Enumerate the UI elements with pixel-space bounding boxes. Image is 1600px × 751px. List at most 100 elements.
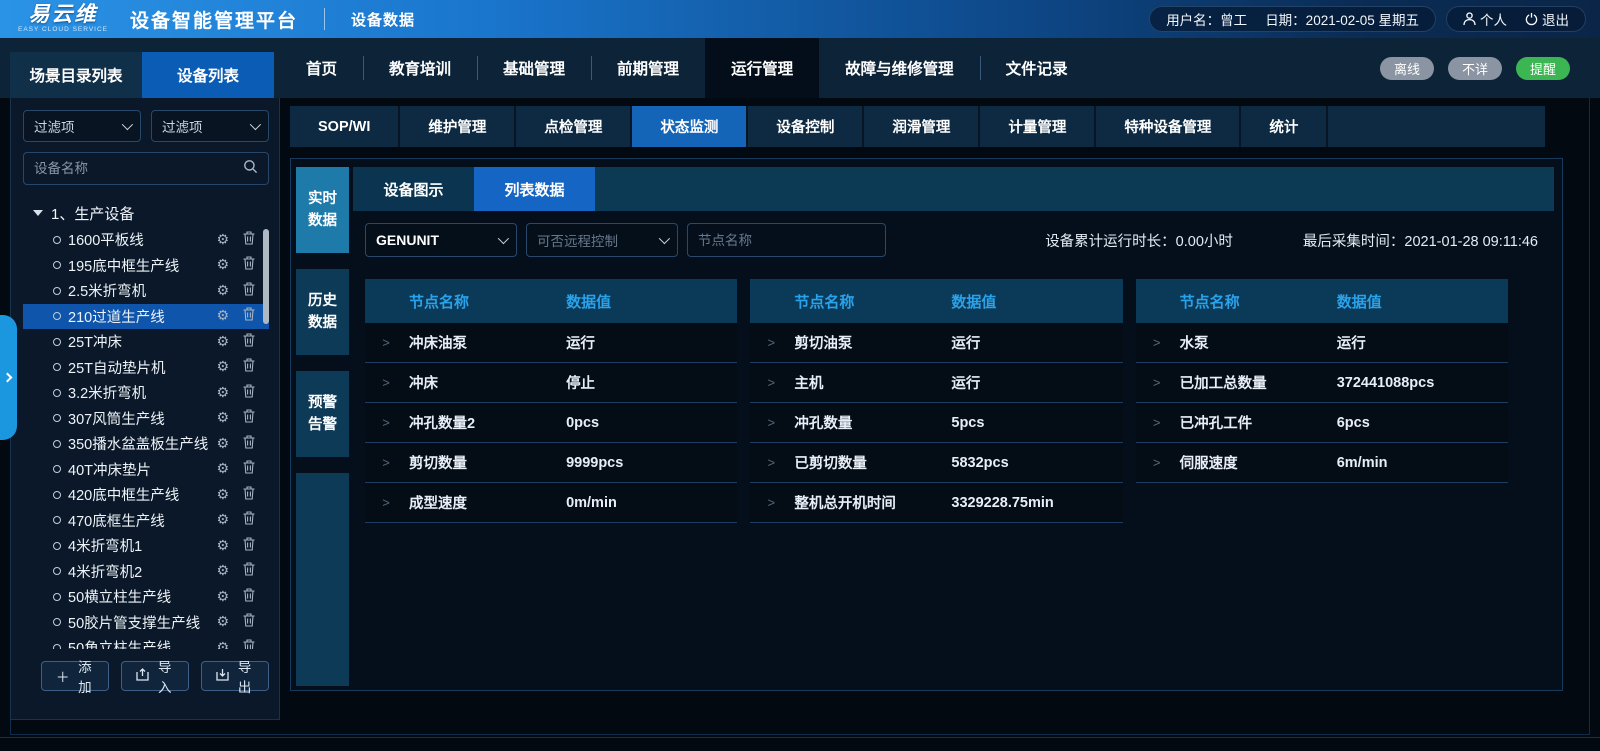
row-expand-icon[interactable]: > [1136,335,1178,350]
gear-icon[interactable]: ⚙ [216,639,229,649]
trash-icon[interactable] [243,537,255,555]
row-expand-icon[interactable]: > [365,335,407,350]
tree-item[interactable]: 50横立柱生产线⚙ [23,584,269,610]
table-row[interactable]: >冲床油泵运行 [365,323,737,363]
gear-icon[interactable]: ⚙ [216,282,229,300]
tree-item[interactable]: 50胶片管支撑生产线⚙ [23,610,269,636]
gear-icon[interactable]: ⚙ [216,562,229,580]
table-row[interactable]: >主机运行 [750,363,1122,403]
row-expand-icon[interactable]: > [365,375,407,390]
status-badge[interactable]: 离线 [1380,57,1434,80]
main-nav-item[interactable]: 首页 [280,38,363,98]
filter-select-2[interactable]: 过滤项 [151,110,269,142]
main-nav-item[interactable]: 故障与维修管理 [819,38,980,98]
gear-icon[interactable]: ⚙ [216,358,229,376]
table-row[interactable]: >冲床停止 [365,363,737,403]
table-row[interactable]: >已加工总数量372441088pcs [1136,363,1508,403]
content-tab[interactable]: 设备图示 [353,167,474,211]
filter-select-1[interactable]: 过滤项 [23,110,141,142]
table-row[interactable]: >冲孔数量20pcs [365,403,737,443]
tree-item[interactable]: 50角立柱生产线⚙ [23,635,269,649]
tree-item[interactable]: 2.5米折弯机⚙ [23,278,269,304]
trash-icon[interactable] [243,435,255,453]
row-expand-icon[interactable]: > [365,415,407,430]
gear-icon[interactable]: ⚙ [216,511,229,529]
panel-tab-scenes[interactable]: 场景目录列表 [10,52,142,98]
table-row[interactable]: >已冲孔工件6pcs [1136,403,1508,443]
row-expand-icon[interactable]: > [1136,415,1178,430]
subnav-item[interactable]: 状态监测 [632,106,748,147]
trash-icon[interactable] [243,282,255,300]
trash-icon[interactable] [243,562,255,580]
main-nav-item[interactable]: 运行管理 [705,38,819,98]
subnav-item[interactable]: 特种设备管理 [1096,106,1241,147]
trash-icon[interactable] [243,588,255,606]
trash-icon[interactable] [243,333,255,351]
status-badge[interactable]: 不详 [1448,57,1502,80]
vertical-tab[interactable]: 预警告警 [296,371,349,457]
tree-item[interactable]: 307风筒生产线⚙ [23,406,269,432]
add-device-button[interactable]: ＋ 添加 [41,661,109,691]
gear-icon[interactable]: ⚙ [216,588,229,606]
row-expand-icon[interactable]: > [750,495,792,510]
gear-icon[interactable]: ⚙ [216,384,229,402]
subnav-item[interactable]: 设备控制 [748,106,864,147]
tree-item[interactable]: 25T自动垫片机⚙ [23,355,269,381]
trash-icon[interactable] [243,639,255,649]
subnav-item[interactable]: 点检管理 [516,106,632,147]
export-button[interactable]: 导出 [201,661,269,691]
tree-item[interactable]: 40T冲床垫片⚙ [23,457,269,483]
trash-icon[interactable] [243,231,255,249]
subnav-item[interactable]: 统计 [1241,106,1328,147]
table-row[interactable]: >成型速度0m/min [365,483,737,523]
subnav-item[interactable]: 润滑管理 [864,106,980,147]
tree-item[interactable]: 25T冲床⚙ [23,329,269,355]
row-expand-icon[interactable]: > [750,335,792,350]
search-icon[interactable] [243,159,258,179]
gear-icon[interactable]: ⚙ [216,409,229,427]
tree-group-production[interactable]: 1、生产设备 [23,199,269,227]
subnav-item[interactable]: 维护管理 [400,106,516,147]
trash-icon[interactable] [243,307,255,325]
table-row[interactable]: >剪切油泵运行 [750,323,1122,363]
table-row[interactable]: >冲孔数量5pcs [750,403,1122,443]
gear-icon[interactable]: ⚙ [216,231,229,249]
table-row[interactable]: >伺服速度6m/min [1136,443,1508,483]
trash-icon[interactable] [243,409,255,427]
gear-icon[interactable]: ⚙ [216,486,229,504]
table-row[interactable]: >水泵运行 [1136,323,1508,363]
trash-icon[interactable] [243,256,255,274]
vertical-tab[interactable]: 历史数据 [296,269,349,355]
logout-button[interactable]: 退出 [1525,9,1569,29]
table-row[interactable]: >剪切数量9999pcs [365,443,737,483]
trash-icon[interactable] [243,460,255,478]
row-expand-icon[interactable]: > [1136,375,1178,390]
trash-icon[interactable] [243,511,255,529]
content-tab[interactable]: 列表数据 [474,167,595,211]
subnav-item[interactable]: SOP/WI [290,106,400,147]
subnav-item[interactable]: 计量管理 [980,106,1096,147]
trash-icon[interactable] [243,384,255,402]
gear-icon[interactable]: ⚙ [216,460,229,478]
row-expand-icon[interactable]: > [750,375,792,390]
main-nav-item[interactable]: 文件记录 [980,38,1094,98]
remote-control-select[interactable]: 可否远程控制 [526,223,678,257]
tree-item[interactable]: 470底框生产线⚙ [23,508,269,534]
panel-tab-devices[interactable]: 设备列表 [142,52,274,98]
personal-button[interactable]: 个人 [1463,9,1507,29]
gear-icon[interactable]: ⚙ [216,435,229,453]
trash-icon[interactable] [243,613,255,631]
node-name-input[interactable] [687,223,886,257]
tree-item[interactable]: 350播水盆盖板生产线⚙ [23,431,269,457]
trash-icon[interactable] [243,486,255,504]
unit-select[interactable]: GENUNIT [365,223,517,257]
trash-icon[interactable] [243,358,255,376]
tree-item[interactable]: 420底中框生产线⚙ [23,482,269,508]
gear-icon[interactable]: ⚙ [216,613,229,631]
main-nav-item[interactable]: 前期管理 [591,38,705,98]
tree-item[interactable]: 210过道生产线⚙ [23,304,269,330]
row-expand-icon[interactable]: > [365,455,407,470]
gear-icon[interactable]: ⚙ [216,256,229,274]
vertical-tab[interactable]: 实时数据 [296,167,349,253]
tree-item[interactable]: 4米折弯机2⚙ [23,559,269,585]
